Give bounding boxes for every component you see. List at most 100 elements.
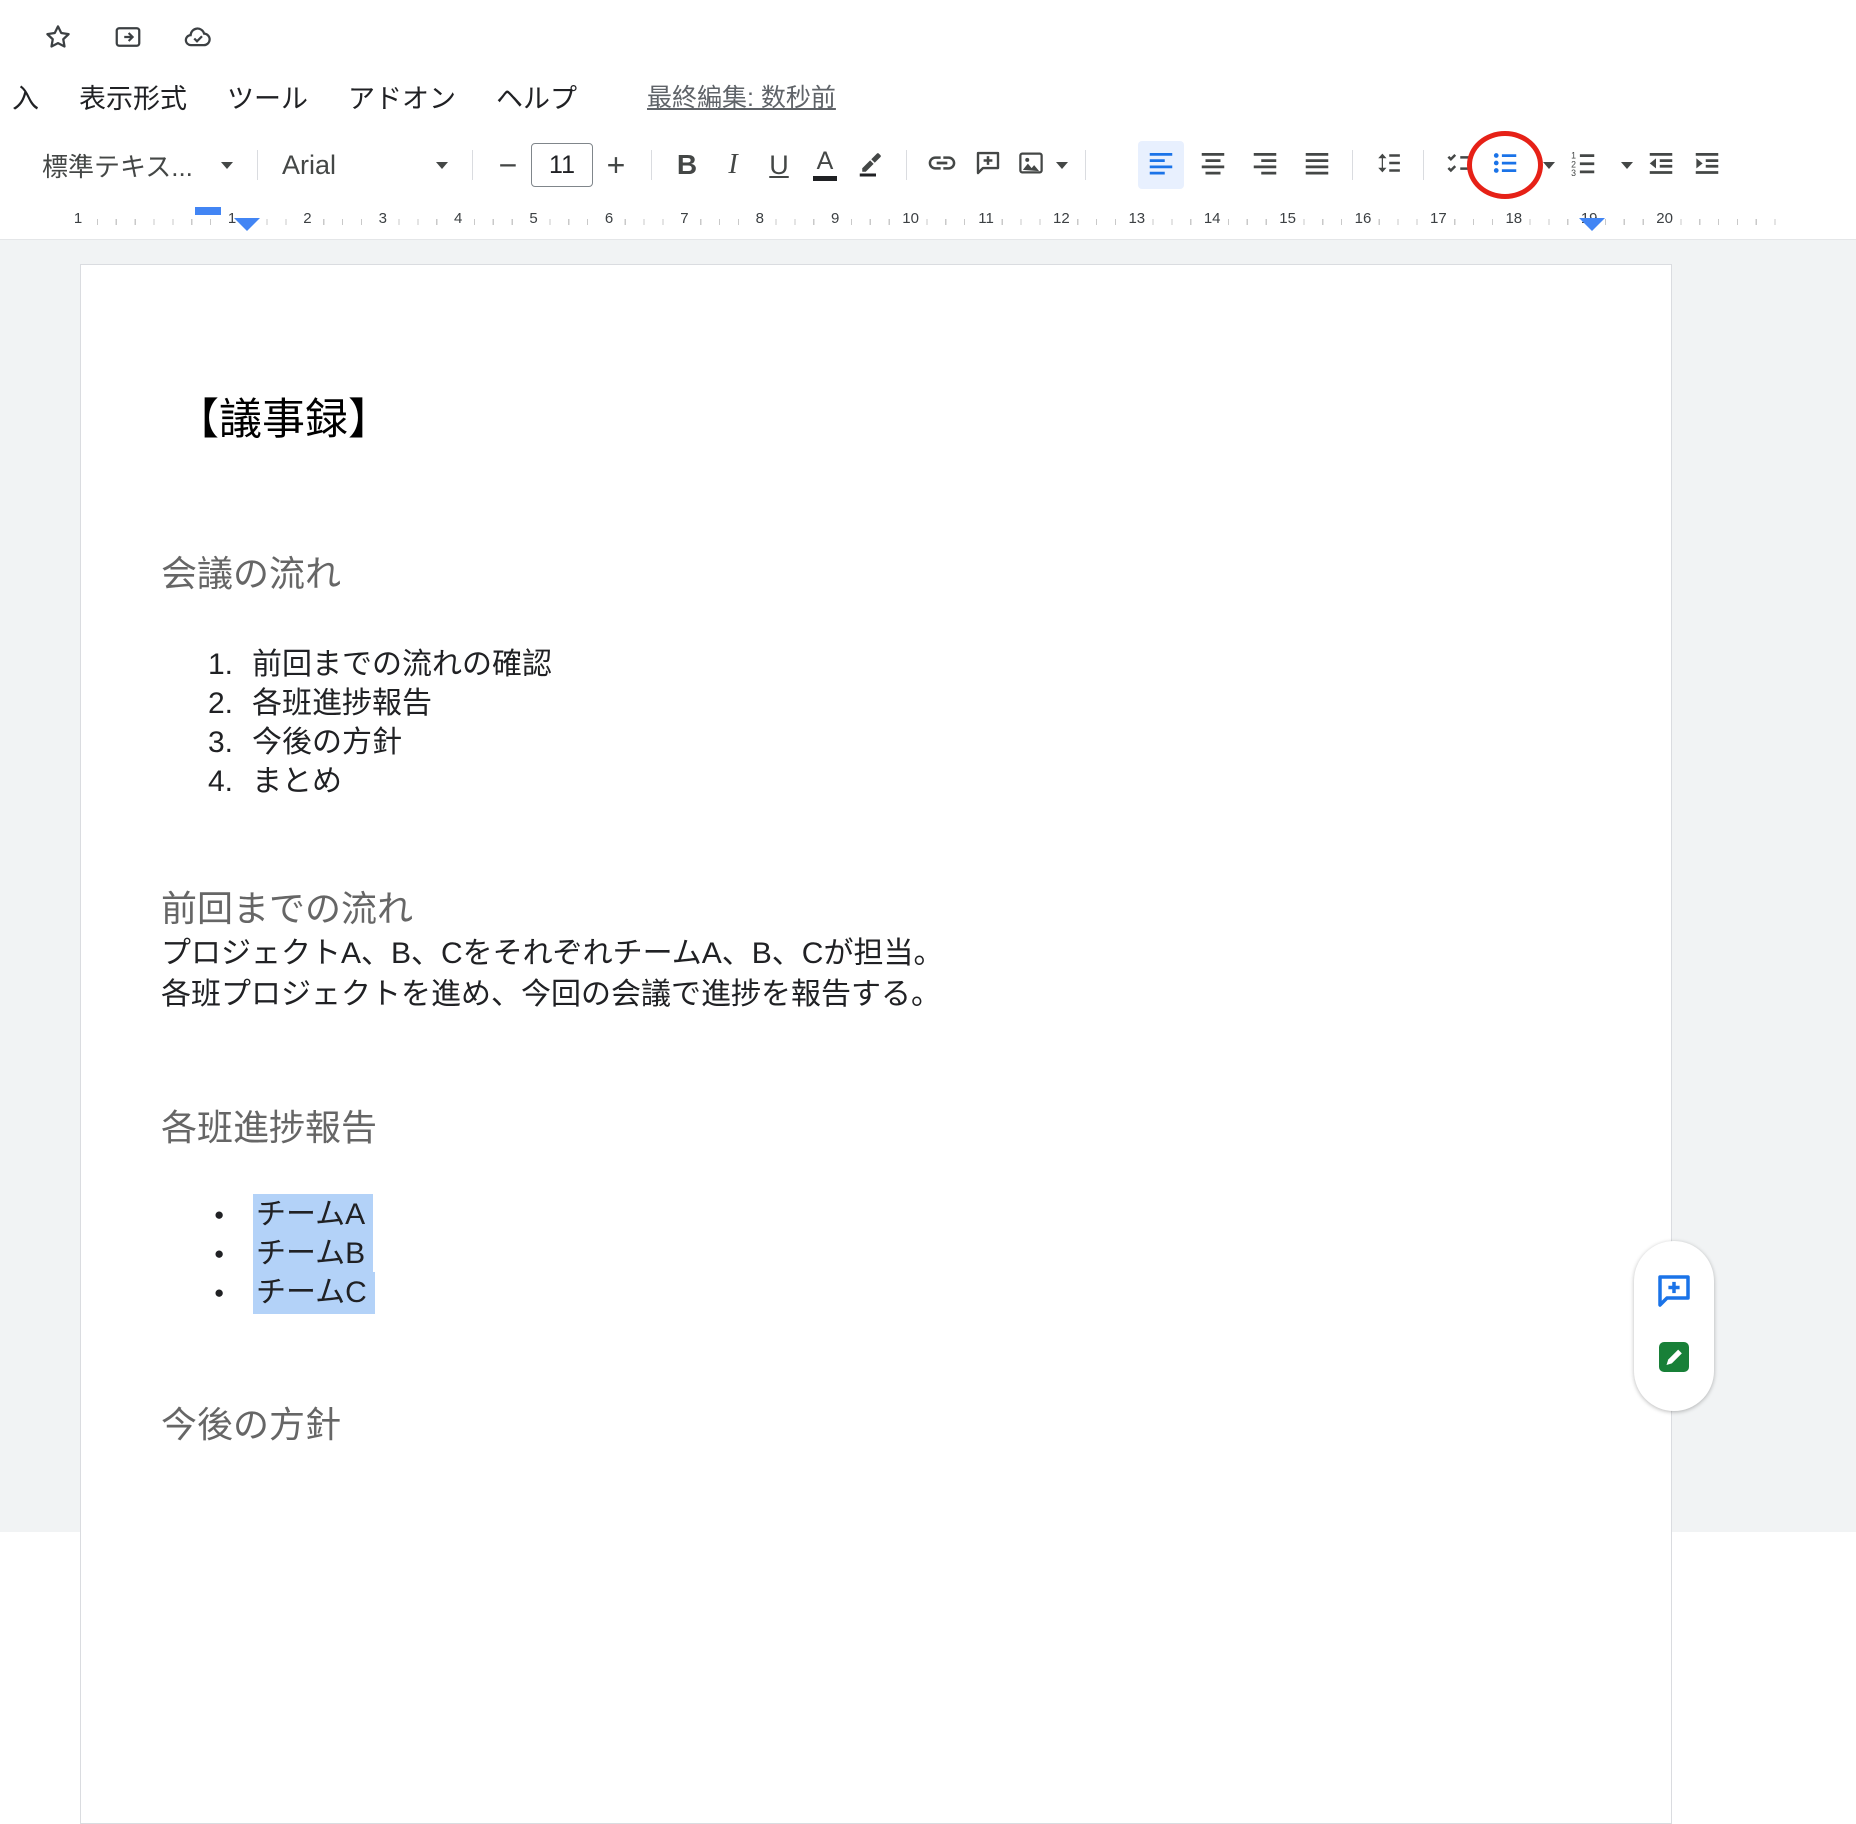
insert-image-button[interactable]	[1011, 141, 1073, 189]
line-spacing-button[interactable]	[1365, 141, 1411, 189]
topbar	[0, 0, 1856, 74]
menu-item-help[interactable]: ヘルプ	[496, 77, 577, 116]
decrease-indent-icon	[1646, 148, 1676, 183]
list-number: 4.	[208, 762, 233, 801]
list-item[interactable]: ● チームA	[81, 1194, 1671, 1233]
highlighter-icon	[856, 148, 886, 183]
cloud-check-icon[interactable]	[180, 19, 216, 55]
list-item[interactable]: 4. まとめ	[81, 762, 1671, 801]
bold-button[interactable]: B	[664, 141, 710, 189]
body-paragraph[interactable]: プロジェクトA、B、CをそれぞれチームA、B、Cが担当。 各班プロジェクトを進め…	[161, 933, 943, 1015]
align-right-icon	[1250, 148, 1280, 183]
heading-progress-report[interactable]: 各班進捗報告	[161, 1099, 377, 1151]
body-line[interactable]: 各班プロジェクトを進め、今回の会議で進捗を報告する。	[161, 974, 943, 1015]
ruler-number: 12	[1049, 210, 1074, 227]
ruler-number: 16	[1351, 210, 1376, 227]
italic-icon: I	[728, 149, 737, 181]
selected-text[interactable]: チームC	[253, 1272, 375, 1314]
move-folder-icon[interactable]	[110, 19, 146, 55]
text-color-button[interactable]: A	[802, 141, 848, 189]
bulleted-list-options-button[interactable]	[1528, 141, 1560, 189]
link-icon	[926, 147, 958, 184]
highlight-color-button[interactable]	[848, 141, 894, 189]
ruler-number: 5	[525, 210, 541, 227]
selected-text[interactable]: チームB	[253, 1233, 373, 1275]
numbered-list-button[interactable]: 123	[1560, 141, 1606, 189]
align-right-button[interactable]	[1242, 141, 1288, 189]
paragraph-style-label: 標準テキス...	[42, 147, 193, 184]
list-text: 前回までの流れの確認	[252, 645, 552, 684]
align-center-icon	[1198, 148, 1228, 183]
agenda-list: 1. 前回までの流れの確認 2. 各班進捗報告 3. 今後の方針 4. まとめ	[81, 645, 1671, 801]
increase-font-size-button[interactable]: +	[593, 141, 639, 189]
ruler-number: 7	[676, 210, 692, 227]
decrease-font-size-button[interactable]: −	[485, 141, 531, 189]
doc-title[interactable]: 【議事録】	[176, 385, 391, 447]
menu-item-format[interactable]: 表示形式	[79, 77, 187, 116]
justify-icon	[1302, 148, 1332, 183]
menu-item-tools[interactable]: ツール	[227, 77, 308, 116]
document-page[interactable]: 【議事録】 会議の流れ 1. 前回までの流れの確認 2. 各班進捗報告 3. 今…	[80, 264, 1672, 1824]
toolbar-separator	[1352, 150, 1353, 180]
list-text: 今後の方針	[252, 723, 402, 762]
comment-plus-icon	[973, 148, 1003, 183]
numbered-list-options-button[interactable]	[1606, 141, 1638, 189]
list-item[interactable]: 3. 今後の方針	[81, 723, 1671, 762]
document-canvas: 【議事録】 会議の流れ 1. 前回までの流れの確認 2. 各班進捗報告 3. 今…	[0, 240, 1856, 1532]
left-indent-marker[interactable]	[234, 218, 260, 231]
floating-action-dock	[1634, 1241, 1714, 1411]
justify-button[interactable]	[1294, 141, 1340, 189]
heading-future-policy[interactable]: 今後の方針	[161, 1396, 341, 1448]
bulleted-list-icon	[1490, 148, 1520, 183]
floating-suggest-edits-button[interactable]	[1650, 1335, 1698, 1383]
menu-item-insert-partial[interactable]: 入	[12, 77, 39, 116]
checklist-button[interactable]	[1436, 141, 1482, 189]
plus-icon: +	[607, 147, 626, 184]
align-left-button[interactable]	[1138, 141, 1184, 189]
font-selector[interactable]: Arial	[270, 141, 460, 189]
selected-text[interactable]: チームA	[253, 1194, 373, 1236]
font-label: Arial	[282, 150, 336, 181]
ruler-number: 1	[70, 210, 86, 227]
align-left-icon	[1146, 148, 1176, 183]
list-text: 各班進捗報告	[252, 684, 432, 723]
ruler-number: 11	[974, 210, 998, 227]
add-comment-button[interactable]	[965, 141, 1011, 189]
bullet-icon: ●	[214, 1195, 224, 1234]
last-edit-link[interactable]: 最終編集: 数秒前	[647, 78, 836, 114]
suggest-edits-icon	[1654, 1337, 1694, 1382]
list-item[interactable]: ● チームC	[81, 1272, 1671, 1311]
first-line-indent-marker[interactable]	[195, 207, 221, 215]
heading-meeting-flow[interactable]: 会議の流れ	[161, 545, 341, 597]
underline-button[interactable]: U	[756, 141, 802, 189]
list-number: 2.	[208, 684, 233, 723]
increase-indent-icon	[1692, 148, 1722, 183]
star-icon[interactable]	[40, 19, 76, 55]
right-indent-marker[interactable]	[1579, 218, 1605, 231]
paragraph-style-selector[interactable]: 標準テキス...	[30, 141, 245, 189]
italic-button[interactable]: I	[710, 141, 756, 189]
chevron-down-icon	[436, 162, 448, 169]
decrease-indent-button[interactable]	[1638, 141, 1684, 189]
ruler-number: 14	[1200, 210, 1225, 227]
checklist-icon	[1444, 148, 1474, 183]
menu-item-addons[interactable]: アドオン	[348, 77, 456, 116]
insert-link-button[interactable]	[919, 141, 965, 189]
list-text: まとめ	[252, 762, 342, 801]
body-line[interactable]: プロジェクトA、B、CをそれぞれチームA、B、Cが担当。	[161, 933, 943, 974]
comment-plus-icon	[1653, 1270, 1695, 1317]
floating-add-comment-button[interactable]	[1650, 1269, 1698, 1317]
text-color-icon: A	[813, 149, 837, 181]
bold-icon: B	[677, 149, 697, 181]
list-item[interactable]: ● チームB	[81, 1233, 1671, 1272]
increase-indent-button[interactable]	[1684, 141, 1730, 189]
list-item[interactable]: 1. 前回までの流れの確認	[81, 645, 1671, 684]
heading-previous-flow[interactable]: 前回までの流れ	[161, 880, 413, 932]
list-number: 3.	[208, 723, 233, 762]
alignment-group	[1138, 141, 1340, 189]
align-center-button[interactable]	[1190, 141, 1236, 189]
font-size-input[interactable]	[531, 143, 593, 187]
list-item[interactable]: 2. 各班進捗報告	[81, 684, 1671, 723]
bulleted-list-button[interactable]	[1482, 141, 1528, 189]
bullet-icon: ●	[214, 1273, 224, 1312]
